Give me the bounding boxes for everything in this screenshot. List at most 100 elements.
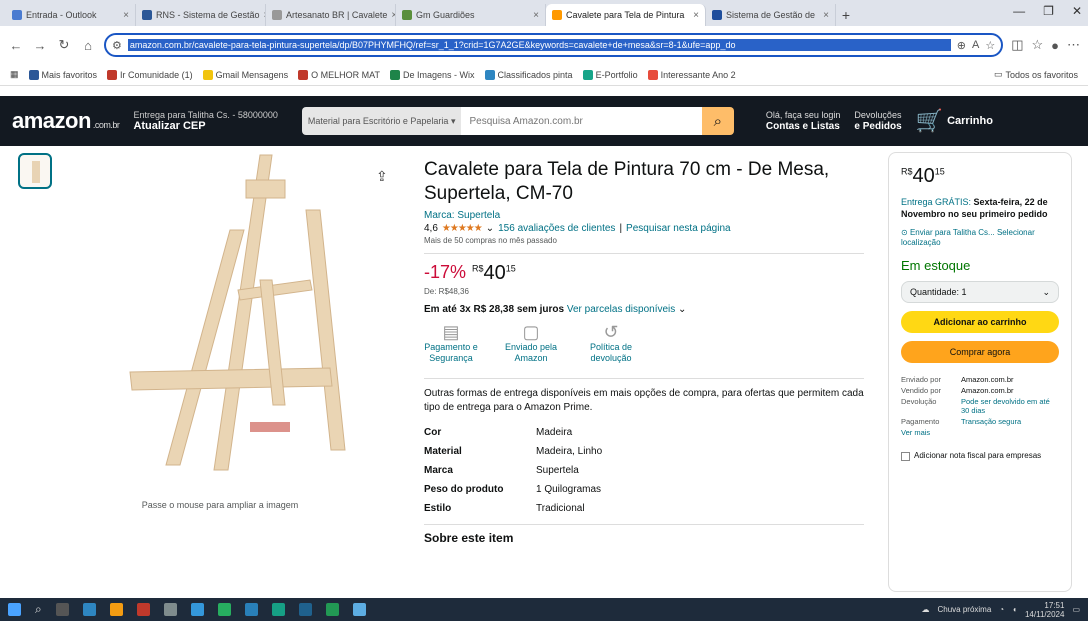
close-window-icon[interactable]: ✕	[1072, 4, 1082, 18]
read-aloud-icon[interactable]: A	[972, 39, 979, 51]
search-icon[interactable]: ⌕	[35, 602, 42, 617]
star-rating-icon[interactable]: ★★★★★	[442, 223, 483, 234]
notifications-icon[interactable]: ▭	[1072, 605, 1080, 614]
profile-icon[interactable]: ●	[1051, 38, 1059, 53]
close-icon[interactable]: ×	[533, 10, 539, 21]
extension-icon[interactable]: ⊕	[957, 39, 966, 52]
all-bookmarks[interactable]: ▭ Todos os favoritos	[994, 69, 1078, 80]
app-icon[interactable]	[190, 603, 204, 616]
search-input[interactable]	[461, 107, 702, 135]
app-icon[interactable]	[352, 603, 366, 616]
new-tab-button[interactable]: +	[836, 4, 856, 26]
reload-icon[interactable]: ↻	[56, 37, 72, 53]
chevron-down-icon[interactable]: ⌄	[678, 304, 686, 315]
weather-icon[interactable]: ☁	[921, 605, 929, 614]
account-lists[interactable]: Olá, faça seu login Contas e Listas	[766, 110, 841, 132]
close-icon[interactable]: ×	[123, 10, 129, 21]
app-icon[interactable]	[325, 603, 339, 616]
share-icon[interactable]: ⇪	[376, 168, 388, 185]
site-info-icon[interactable]: ⚙	[112, 39, 122, 52]
task-view-icon[interactable]	[55, 603, 69, 616]
product-thumbnail[interactable]	[18, 153, 52, 189]
close-icon[interactable]: ×	[693, 10, 699, 21]
reviews-link[interactable]: 156 avaliações de clientes	[498, 223, 615, 234]
buy-now-button[interactable]: Comprar agora	[901, 341, 1059, 363]
app-icon[interactable]	[163, 603, 177, 616]
bought-count: Mais de 50 compras no mês passado	[424, 236, 557, 245]
favorite-star-icon[interactable]: ☆	[985, 39, 995, 52]
add-to-cart-button[interactable]: Adicionar ao carrinho	[901, 311, 1059, 333]
app-icon[interactable]	[217, 603, 231, 616]
browser-tab[interactable]: Artesanato BR | Cavalete×	[266, 4, 396, 26]
amazon-header: amazon .com.br Entrega para Talitha Cs. -…	[0, 96, 1088, 146]
feature-payment[interactable]: ▤ Pagamento e Segurança	[424, 323, 478, 364]
split-screen-icon[interactable]: ◫	[1011, 37, 1023, 53]
home-icon[interactable]: ⌂	[80, 38, 96, 53]
brand-link[interactable]: Marca: Supertela	[424, 210, 864, 221]
thumbnail-easel-image	[32, 161, 40, 183]
product-main-image[interactable]	[110, 150, 370, 480]
divider	[424, 524, 864, 525]
return-policy-link[interactable]: Pode ser devolvido em até 30 dias	[961, 397, 1059, 415]
search-button[interactable]: ⌕	[701, 107, 734, 135]
zoom-hint: Passe o mouse para ampliar a imagem	[141, 500, 299, 510]
feature-return-policy[interactable]: ↺ Política de devolução	[584, 322, 638, 364]
menu-dots-icon[interactable]: ⋯	[1067, 37, 1080, 53]
location-pin-icon: ⊙	[901, 228, 908, 237]
file-explorer-icon[interactable]	[109, 603, 123, 616]
bookmark-icon	[107, 69, 118, 80]
feature-shipped-by-amazon[interactable]: ▢ Enviado pela Amazon	[504, 323, 558, 364]
volume-icon[interactable]: ◖	[1012, 605, 1017, 614]
bookmark-item[interactable]: Gmail Mensagens	[202, 69, 288, 80]
clock[interactable]: 17:51 14/11/2024	[1025, 601, 1064, 619]
bookmark-item[interactable]: De Imagens - Wix	[389, 69, 475, 80]
browser-tab-active[interactable]: Cavalete para Tela de Pintura ×	[546, 4, 706, 26]
search-page-link[interactable]: Pesquisar nesta página	[626, 223, 731, 234]
windows-start-icon[interactable]	[8, 603, 21, 616]
browser-tab[interactable]: Gm Guardiões ×	[396, 4, 546, 26]
bookmark-item[interactable]: Ir Comunidade (1)	[107, 69, 193, 80]
browser-tab[interactable]: Entrada - Outlook ×	[6, 4, 136, 26]
product-title: Cavalete para Tela de Pintura 70 cm - De…	[424, 159, 830, 204]
bookmark-item[interactable]: Classificados pinta	[484, 69, 573, 80]
see-more-link[interactable]: Ver mais	[901, 428, 957, 437]
maximize-icon[interactable]: ❐	[1043, 4, 1054, 18]
whatsapp-icon[interactable]	[271, 603, 285, 616]
deliver-location[interactable]: Entrega para Talitha Cs. - 58000000 Atua…	[133, 110, 277, 132]
wifi-icon[interactable]: ◔	[999, 605, 1004, 614]
delivery-location-link[interactable]: ⊙ Enviar para Talitha Cs... Selecionar l…	[901, 228, 1059, 248]
amazon-logo[interactable]: amazon .com.br	[12, 108, 120, 134]
minimize-icon[interactable]: —	[1013, 4, 1025, 18]
forward-icon[interactable]: →	[32, 38, 48, 53]
free-delivery-link[interactable]: Entrega GRÁTIS:	[901, 197, 971, 207]
search-category-select[interactable]: Material para Escritório e Papelaria ▾	[301, 107, 462, 135]
returns-orders[interactable]: Devoluções e Pedidos	[854, 110, 901, 132]
chevron-down-icon[interactable]: ⌄	[486, 223, 494, 234]
cart-button[interactable]: 🛒 Carrinho	[916, 108, 993, 134]
url-text[interactable]: amazon.com.br/cavalete-para-tela-pintura…	[127, 39, 951, 51]
bookmark-item[interactable]: Mais favoritos	[28, 69, 97, 80]
bookmark-item[interactable]: O MELHOR MAT	[298, 69, 380, 80]
bookmark-icon	[484, 69, 495, 80]
favorites-icon[interactable]: ☆	[1031, 37, 1043, 53]
folder-icon: ▭	[993, 69, 1003, 79]
checkbox[interactable]	[901, 452, 910, 461]
app-icon[interactable]	[136, 603, 150, 616]
quantity-select[interactable]: Quantidade: 1 ⌄	[901, 281, 1059, 303]
url-field[interactable]: ⚙ amazon.com.br/cavalete-para-tela-pintu…	[104, 33, 1004, 57]
installments-link[interactable]: Ver parcelas disponíveis	[567, 304, 675, 315]
browser-tab[interactable]: Sistema de Gestão de ×	[706, 4, 836, 26]
bookmark-item[interactable]: E-Portfolio	[582, 69, 638, 80]
app-icon[interactable]	[298, 603, 312, 616]
secure-transaction-link[interactable]: Transação segura	[961, 417, 1059, 426]
app-icon[interactable]	[244, 603, 258, 616]
browser-tab[interactable]: RNS - Sistema de Gestão×	[136, 4, 266, 26]
weather-text[interactable]: Chuva próxima	[937, 605, 991, 614]
back-icon[interactable]: ←	[8, 38, 24, 53]
bookmark-item[interactable]: Interessante Ano 2	[647, 69, 736, 80]
close-icon[interactable]: ×	[823, 10, 829, 21]
return-icon: ↺	[603, 322, 619, 342]
apps-grid-icon[interactable]: ▦	[10, 69, 19, 80]
edge-icon[interactable]	[82, 603, 96, 616]
business-invoice-option[interactable]: Adicionar nota fiscal para empresas	[901, 451, 1059, 461]
